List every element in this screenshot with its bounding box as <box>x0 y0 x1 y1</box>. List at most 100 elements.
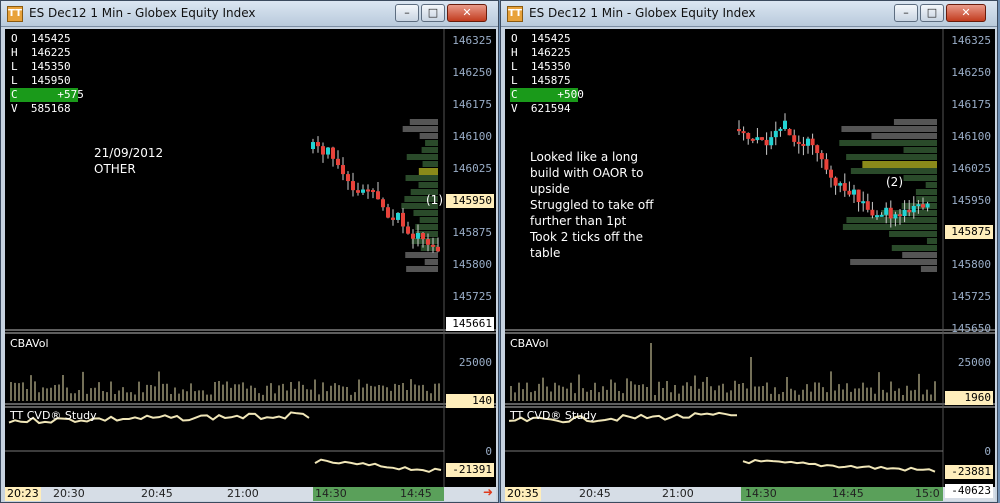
candle-body <box>421 233 425 240</box>
cbavol-pane-label: CBAVol <box>10 337 49 350</box>
candle-body <box>838 183 843 186</box>
candle-body <box>902 209 907 217</box>
volume-profile-bar <box>406 266 438 272</box>
volume-profile-bar <box>405 175 438 181</box>
volume-profile-bar <box>413 210 438 216</box>
candle-body <box>381 199 385 208</box>
trade-marker: (2) <box>886 175 903 189</box>
candle-body <box>884 207 889 215</box>
candle-body <box>861 201 866 204</box>
volume-profile-bar <box>841 126 937 132</box>
volume-profile-bar <box>409 119 438 125</box>
candle-body <box>870 209 875 216</box>
volume-profile-bar <box>406 154 438 160</box>
price-tick: 146250 <box>951 66 991 79</box>
cvd-low-box: -40623 <box>945 484 993 498</box>
candle-body <box>316 142 320 147</box>
candle-body <box>888 207 893 219</box>
candle-body <box>321 146 325 155</box>
candle-body <box>856 189 861 203</box>
title-bar[interactable]: TT ES Dec12 1 Min - Globex Equity Index … <box>501 1 997 27</box>
volume-profile-bar <box>871 133 937 139</box>
price-tick: 145875 <box>452 226 492 239</box>
cvd-zero-tick: 0 <box>485 445 492 458</box>
candle-body <box>842 183 847 191</box>
candle-body <box>436 246 440 252</box>
candle-body <box>815 145 820 154</box>
candle-body <box>361 189 365 193</box>
volume-profile-bar <box>926 238 937 244</box>
trade-marker: (1) <box>426 193 443 207</box>
cbavol-pane-label: CBAVol <box>510 337 549 350</box>
volume-profile-bar <box>402 126 438 132</box>
ohlc-readout: O 145425 H 146225 L 145350 L 145875 C +5… <box>510 32 584 116</box>
chart-area[interactable]: O 145425 H 146225 L 145350 L 145875 C +5… <box>505 29 995 501</box>
time-cursor-box: 20:23 <box>5 487 41 501</box>
time-tick: 14:30 <box>315 487 347 500</box>
price-tick: 145650 <box>951 322 991 335</box>
volume-profile-bar <box>418 182 438 188</box>
candle-body <box>750 138 755 141</box>
chart-window-left[interactable]: TT ES Dec12 1 Min - Globex Equity Index … <box>0 0 499 503</box>
candle-body <box>824 159 829 170</box>
price-tick: 146025 <box>951 162 991 175</box>
volume-profile-bar <box>916 196 937 202</box>
volume-profile-bar <box>902 252 937 258</box>
price-tick: 145725 <box>951 290 991 303</box>
chart-area[interactable]: O 145425 H 146225 L 145350 L 145950 C +5… <box>5 29 496 501</box>
title-bar[interactable]: TT ES Dec12 1 Min - Globex Equity Index … <box>1 1 498 27</box>
close-button[interactable]: ✕ <box>447 4 487 22</box>
ohlc-low: L 145350 <box>511 60 571 73</box>
candle-body <box>916 204 921 207</box>
candle-body <box>787 129 792 136</box>
volume-profile-bar <box>850 259 937 265</box>
price-tick: 146100 <box>951 130 991 143</box>
maximize-button[interactable]: □ <box>421 4 445 22</box>
candle-body <box>911 205 916 213</box>
volume-profile-bar <box>893 119 937 125</box>
minimize-button[interactable]: – <box>395 4 419 22</box>
window-title: ES Dec12 1 Min - Globex Equity Index <box>29 6 256 20</box>
candle-body <box>336 158 340 166</box>
ohlc-readout: O 145425 H 146225 L 145350 L 145950 C +5… <box>10 32 84 116</box>
time-tick: 21:00 <box>662 487 694 500</box>
chart-annotation: 21/09/2012 OTHER <box>94 146 164 176</box>
cvd-line <box>742 458 936 473</box>
app-icon: TT <box>507 6 523 22</box>
candle-body <box>865 201 870 210</box>
close-button[interactable]: ✕ <box>946 4 986 22</box>
candle-body <box>746 133 751 139</box>
chart-window-right[interactable]: TT ES Dec12 1 Min - Globex Equity Index … <box>500 0 998 503</box>
cvd-zero-tick: 0 <box>984 445 991 458</box>
candle-body <box>907 209 912 213</box>
maximize-button[interactable]: □ <box>920 4 944 22</box>
scroll-right-arrow-icon[interactable]: ➜ <box>483 485 493 499</box>
volume-profile-bar <box>842 224 937 230</box>
candle-body <box>755 137 760 141</box>
ohlc-change: C +500 <box>510 88 584 102</box>
candle-body <box>833 177 838 186</box>
volume-profile-bar <box>425 140 438 146</box>
ohlc-high: H 146225 <box>511 46 571 59</box>
candle-body <box>893 214 898 219</box>
candle-body <box>764 139 769 146</box>
price-tick: 146325 <box>452 34 492 47</box>
time-tick: 21:00 <box>227 487 259 500</box>
volume-profile-bar <box>839 140 937 146</box>
volume-profile-bar <box>903 175 937 181</box>
candle-body <box>810 138 815 146</box>
candle-body <box>792 135 797 142</box>
ohlc-last: L 145875 <box>511 74 571 87</box>
current-price-box: 145950 <box>446 194 494 208</box>
time-tick: 20:30 <box>53 487 85 500</box>
cvd-line <box>314 458 442 473</box>
price-tick: 145725 <box>452 290 492 303</box>
minimize-button[interactable]: – <box>894 4 918 22</box>
candle-body <box>346 174 350 182</box>
ohlc-high: H 146225 <box>11 46 71 59</box>
candle-body <box>737 129 741 132</box>
candle-body <box>376 191 380 200</box>
cbavol-tick: 25000 <box>458 356 492 369</box>
ohlc-volume: V 621594 <box>511 102 571 115</box>
candle-body <box>371 190 375 193</box>
